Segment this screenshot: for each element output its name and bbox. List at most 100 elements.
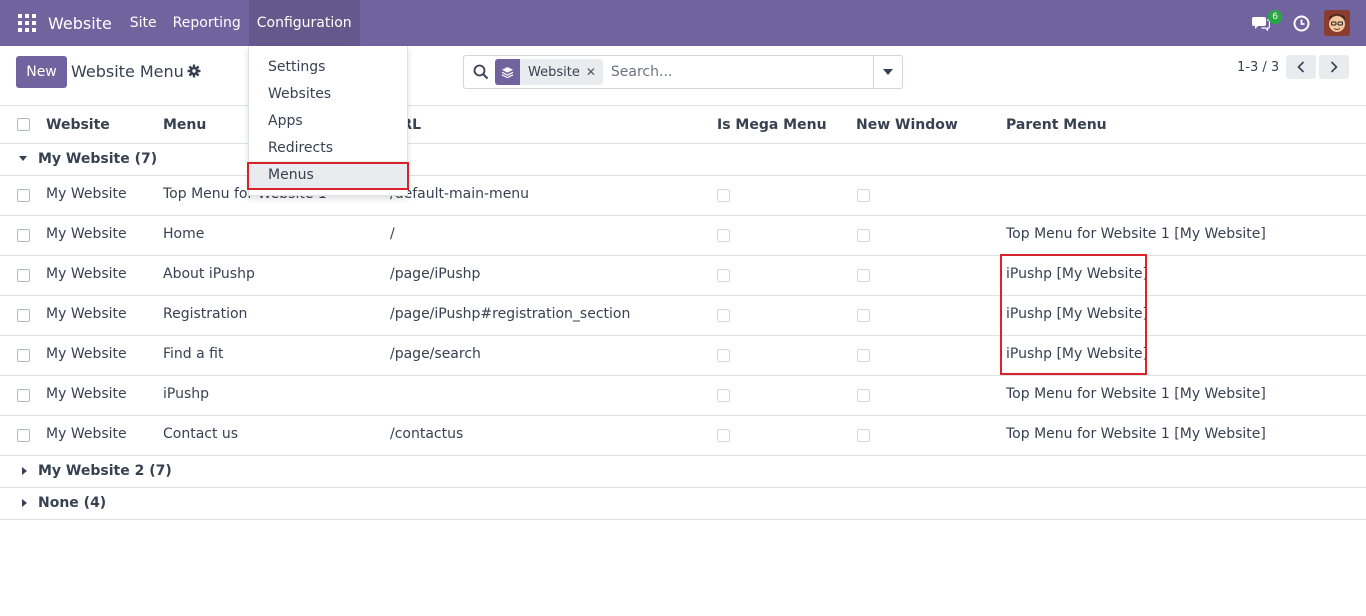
group-label: My Website 2 (7) [38, 463, 172, 479]
clock-icon [1293, 15, 1309, 31]
new-window-checkbox [857, 429, 870, 442]
new-window-checkbox [857, 189, 870, 202]
cell-menu: Contact us [163, 426, 239, 442]
table-row[interactable]: My Website About iPushp /page/iPushp iPu… [0, 256, 1366, 296]
table-row[interactable]: My Website Registration /page/iPushp#reg… [0, 296, 1366, 336]
chevron-right-icon [1330, 61, 1338, 73]
column-header-parent-menu[interactable]: Parent Menu [1006, 117, 1107, 133]
new-window-checkbox [857, 269, 870, 282]
cell-url: /page/iPushp [390, 266, 481, 282]
user-avatar-icon [1324, 10, 1350, 36]
mega-menu-checkbox [717, 389, 730, 402]
row-checkbox[interactable] [17, 389, 30, 402]
caret-down-icon [883, 69, 893, 75]
new-window-checkbox [857, 349, 870, 362]
table-row[interactable]: My Website Contact us /contactus Top Men… [0, 416, 1366, 456]
new-window-checkbox [857, 309, 870, 322]
row-checkbox[interactable] [17, 229, 30, 242]
cell-menu: iPushp [163, 386, 210, 402]
user-avatar[interactable] [1324, 10, 1350, 36]
cell-website: My Website [46, 346, 127, 362]
search-bar: Website ✕ [463, 55, 903, 89]
messages-button[interactable]: 6 [1246, 8, 1282, 38]
group-label: My Website (7) [38, 151, 158, 167]
group-row-my-website[interactable]: My Website (7) [0, 144, 1366, 176]
column-header-new-window[interactable]: New Window [856, 117, 958, 133]
pager-previous-button[interactable] [1286, 55, 1316, 79]
control-panel: New Website Menu Website ✕ Search... 1-3… [0, 46, 1366, 106]
mega-menu-checkbox [717, 429, 730, 442]
table-row[interactable]: My Website iPushp Top Menu for Website 1… [0, 376, 1366, 416]
mega-menu-checkbox [717, 309, 730, 322]
cell-menu: Registration [163, 306, 248, 322]
table-row[interactable]: My Website Home / Top Menu for Website 1… [0, 216, 1366, 256]
cell-website: My Website [46, 186, 127, 202]
caret-down-icon [19, 156, 27, 161]
activities-button[interactable] [1286, 8, 1316, 38]
cell-website: My Website [46, 426, 127, 442]
group-row-none[interactable]: None (4) [0, 488, 1366, 520]
new-window-checkbox [857, 389, 870, 402]
nav-item-configuration[interactable]: Configuration [248, 0, 360, 46]
search-icon[interactable] [473, 64, 489, 80]
column-header-is-mega-menu[interactable]: Is Mega Menu [717, 117, 827, 133]
select-all-checkbox[interactable] [17, 118, 30, 131]
column-header-menu[interactable]: Menu [163, 117, 206, 133]
app-grid-icon[interactable] [18, 14, 36, 32]
row-checkbox[interactable] [17, 429, 30, 442]
search-facet: Website ✕ [495, 59, 603, 85]
pager-next-button[interactable] [1319, 55, 1349, 79]
cell-url: /page/search [390, 346, 481, 362]
cell-url: / [390, 226, 395, 242]
table-header: Website Menu URL Is Mega Menu New Window… [0, 106, 1366, 144]
top-navbar: Website Site Reporting Configuration 6 [0, 0, 1366, 46]
mega-menu-checkbox [717, 229, 730, 242]
search-input[interactable] [610, 64, 873, 80]
pager-value[interactable]: 1-3 / 3 [1237, 60, 1279, 75]
search-options-toggle[interactable] [873, 56, 902, 88]
cell-parent-menu: Top Menu for Website 1 [My Website] [1006, 386, 1266, 402]
dropdown-item-settings[interactable]: Settings [249, 53, 407, 80]
cell-url: /default-main-menu [390, 186, 530, 202]
parent-menu-highlight [1000, 254, 1147, 375]
mega-menu-checkbox [717, 349, 730, 362]
new-button[interactable]: New [16, 56, 67, 88]
cell-url: /contactus [390, 426, 464, 442]
cell-menu: Find a fit [163, 346, 224, 362]
row-checkbox[interactable] [17, 309, 30, 322]
cell-url: /page/iPushp#registration_section [390, 306, 631, 322]
caret-right-icon [22, 499, 27, 507]
page-title: Website Menu [71, 62, 184, 81]
chevron-left-icon [1297, 61, 1305, 73]
cell-website: My Website [46, 266, 127, 282]
cell-website: My Website [46, 386, 127, 402]
row-checkbox[interactable] [17, 189, 30, 202]
gear-icon[interactable] [187, 64, 201, 78]
mega-menu-checkbox [717, 269, 730, 282]
caret-right-icon [22, 467, 27, 475]
cell-website: My Website [46, 226, 127, 242]
new-window-checkbox [857, 229, 870, 242]
nav-item-site[interactable]: Site [122, 0, 165, 46]
nav-item-reporting[interactable]: Reporting [165, 0, 249, 46]
row-checkbox[interactable] [17, 269, 30, 282]
chat-count-badge: 6 [1268, 10, 1282, 24]
row-checkbox[interactable] [17, 349, 30, 362]
menus-item-highlight [247, 162, 409, 190]
dropdown-item-redirects[interactable]: Redirects [249, 134, 407, 161]
group-row-my-website-2[interactable]: My Website 2 (7) [0, 456, 1366, 488]
cell-parent-menu: Top Menu for Website 1 [My Website] [1006, 226, 1266, 242]
dropdown-item-apps[interactable]: Apps [249, 107, 407, 134]
layers-icon [495, 59, 520, 85]
remove-facet-icon[interactable]: ✕ [586, 65, 603, 79]
app-brand[interactable]: Website [48, 14, 112, 33]
table-row[interactable]: My Website Find a fit /page/search iPush… [0, 336, 1366, 376]
cell-menu: Home [163, 226, 205, 242]
cell-parent-menu: Top Menu for Website 1 [My Website] [1006, 426, 1266, 442]
cell-menu: About iPushp [163, 266, 255, 282]
table-row[interactable]: My Website Top Menu for Website 1 /defau… [0, 176, 1366, 216]
cell-website: My Website [46, 306, 127, 322]
group-label: None (4) [38, 495, 107, 511]
dropdown-item-websites[interactable]: Websites [249, 80, 407, 107]
column-header-website[interactable]: Website [46, 117, 110, 133]
